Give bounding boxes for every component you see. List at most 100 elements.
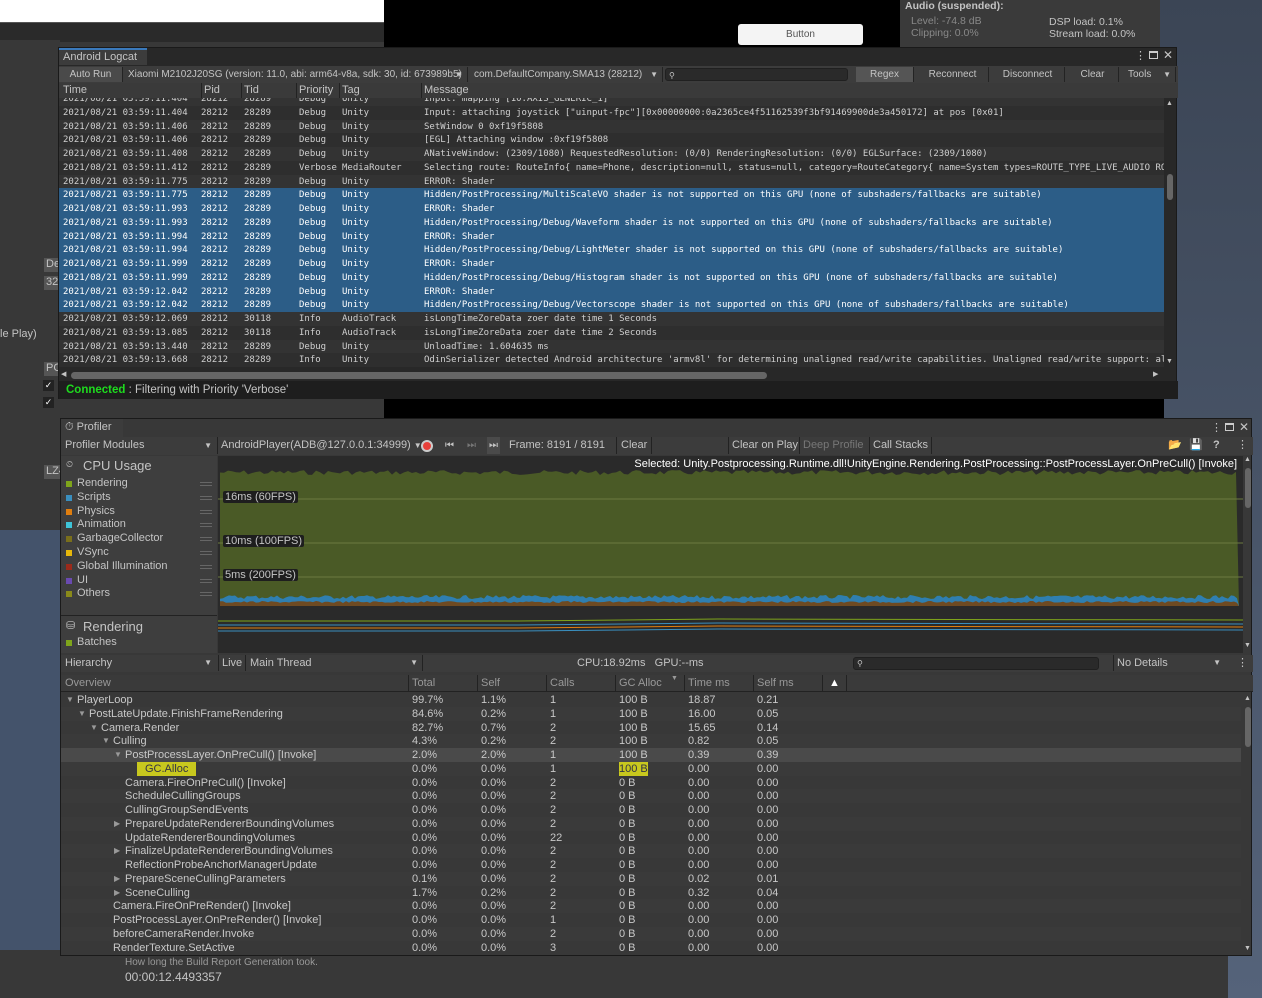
hierarchy-row[interactable]: Camera.FireOnPreCull() [Invoke] 0.0% 0.0% 2…	[61, 775, 1241, 790]
live-toggle[interactable]: Live	[218, 655, 247, 671]
scroll-right-icon[interactable]: ▶	[1153, 370, 1158, 378]
clear-button[interactable]: Clear	[616, 437, 653, 454]
hierarchy-row[interactable]: beforeCameraRender.Invoke 0.0% 0.0% 2 0 B 0.0…	[61, 926, 1241, 941]
record-button[interactable]	[421, 440, 433, 452]
col-calls[interactable]: Calls	[546, 675, 615, 692]
hierarchy-row[interactable]: ▶ PrepareUpdateRendererBoundingVolumes 0.0…	[61, 816, 1241, 831]
rendering-chart[interactable]	[218, 616, 1244, 653]
scroll-down-icon[interactable]: ▼	[1166, 358, 1173, 365]
auto-run-button[interactable]: Auto Run	[59, 67, 123, 82]
log-row[interactable]: 2021/08/21 03:59:12.042 28212 28289 Debug Un…	[59, 298, 1164, 313]
log-row[interactable]: 2021/08/21 03:59:11.999 28212 28289 Debug Un…	[59, 270, 1164, 285]
log-row[interactable]: 2021/08/21 03:59:11.999 28212 28289 Debug Un…	[59, 257, 1164, 271]
col-total[interactable]: Total	[408, 675, 477, 692]
log-row[interactable]: 2021/08/21 03:59:11.994 28212 28289 Debug Un…	[59, 229, 1164, 244]
log-row[interactable]: 2021/08/21 03:59:11.404 28212 28289 Debug Un…	[59, 105, 1164, 120]
maximize-icon[interactable]	[1225, 423, 1234, 431]
scroll-thumb[interactable]	[1245, 468, 1251, 508]
load-icon[interactable]: 📂	[1168, 437, 1182, 454]
col-pid[interactable]: Pid	[201, 83, 220, 98]
scroll-down-icon[interactable]: ▼	[1244, 945, 1251, 952]
details-dropdown[interactable]: No Details	[1113, 655, 1225, 671]
scroll-up-icon[interactable]: ▲	[1166, 100, 1173, 107]
target-dropdown[interactable]: AndroidPlayer(ADB@127.0.0.1:34999) ▼	[217, 437, 422, 454]
close-icon[interactable]: ✕	[1239, 420, 1249, 434]
log-row[interactable]: 2021/08/21 03:59:11.406 28212 28289 Debug Un…	[59, 133, 1164, 148]
drag-handle-icon[interactable]	[200, 537, 212, 542]
col-priority[interactable]: Priority	[296, 83, 333, 98]
more-menu-icon[interactable]: ⋮	[1237, 437, 1248, 454]
drag-handle-icon[interactable]	[200, 592, 212, 597]
hierarchy-vscrollbar[interactable]: ▲ ▼	[1243, 695, 1253, 955]
drag-handle-icon[interactable]	[200, 482, 212, 486]
hierarchy-row[interactable]: PostProcessLayer.OnPreRender() [Invoke] 0…	[61, 913, 1241, 927]
scroll-up-icon[interactable]: ▲	[1244, 456, 1251, 463]
package-dropdown[interactable]: com.DefaultCompany.SMA13 (28212)	[469, 67, 663, 82]
more-menu-icon[interactable]: ⋮	[1211, 421, 1222, 434]
more-menu-icon[interactable]: ⋮	[1237, 655, 1248, 671]
expand-arrow-icon[interactable]: ▼	[102, 734, 110, 748]
drag-handle-icon[interactable]	[200, 509, 212, 514]
log-row[interactable]: 2021/08/21 03:59:11.408 28212 28289 Debug Un…	[59, 147, 1164, 161]
chart-vscrollbar[interactable]: ▲ ▼	[1243, 456, 1253, 653]
logcat-tab[interactable]: Android Logcat	[59, 48, 147, 65]
log-row[interactable]: 2021/08/21 03:59:12.042 28212 28289 Debug Un…	[59, 284, 1164, 299]
maximize-icon[interactable]	[1149, 51, 1158, 59]
hierarchy-row[interactable]: Camera.FireOnPreRender() [Invoke] 0.0% 0.0…	[61, 899, 1241, 914]
log-row[interactable]: 2021/08/21 03:59:11.993 28212 28289 Debug Un…	[59, 202, 1164, 216]
drag-handle-icon[interactable]	[200, 523, 212, 528]
expand-arrow-icon[interactable]: ▼	[66, 693, 74, 707]
cpu-module[interactable]: ⏲ CPU Usage Rendering Scripts Physics Anima…	[61, 456, 217, 616]
profiler-modules-dropdown[interactable]: Profiler Modules	[61, 437, 216, 454]
log-row[interactable]: 2021/08/21 03:59:11.775 28212 28289 Debug Un…	[59, 188, 1164, 203]
warning-column-icon[interactable]: ▲	[822, 675, 847, 692]
device-dropdown[interactable]: Xiaomi M2102J20SG (version: 11.0, abi: a…	[123, 67, 468, 82]
call-stacks-toggle[interactable]: Call Stacks	[869, 437, 933, 454]
col-time-ms[interactable]: Time ms	[684, 675, 753, 692]
regex-button[interactable]: Regex	[856, 67, 914, 82]
log-row[interactable]: 2021/08/21 03:59:11.412 28212 28289 Verbose…	[59, 160, 1164, 175]
log-row[interactable]: 2021/08/21 03:59:12.069 28212 30118 Info Aud…	[59, 312, 1164, 326]
hierarchy-row[interactable]: RenderTexture.SetActive 0.0% 0.0% 3 0 B 0.00 0…	[61, 940, 1241, 955]
hierarchy-row[interactable]: UpdateRendererBoundingVolumes 0.0% 0.0% 22 0…	[61, 830, 1241, 845]
log-row[interactable]: 2021/08/21 03:59:11.775 28212 28289 Debug Un…	[59, 174, 1164, 189]
expand-arrow-icon[interactable]: ▼	[90, 721, 98, 735]
col-message[interactable]: Message	[421, 83, 469, 98]
help-icon[interactable]: ?	[1213, 437, 1220, 454]
log-row[interactable]: 2021/08/21 03:59:11.406 28212 28289 Debug Un…	[59, 119, 1164, 134]
expand-arrow-icon[interactable]: ▼	[78, 707, 86, 721]
tools-dropdown[interactable]: Tools	[1120, 67, 1176, 82]
hierarchy-row[interactable]: ▶ SceneCulling 1.7% 0.2% 2 0 B 0.32 0.04	[61, 885, 1241, 900]
drag-handle-icon[interactable]	[200, 578, 212, 583]
view-dropdown[interactable]: Hierarchy	[61, 655, 216, 671]
hierarchy-row[interactable]: ▼ PostLateUpdate.FinishFrameRendering 84.6…	[61, 706, 1241, 721]
more-menu-icon[interactable]: ⋮	[1135, 49, 1146, 62]
hierarchy-row[interactable]: ▼ PlayerLoop 99.7% 1.1% 1 100 B 18.87 0.21	[61, 693, 1241, 707]
drag-handle-icon[interactable]	[200, 551, 212, 555]
hierarchy-row[interactable]: ScheduleCullingGroups 0.0% 0.0% 2 0 B 0.00 0.0…	[61, 789, 1241, 804]
log-row[interactable]: 2021/08/21 03:59:13.668 28212 28289 Info Uni…	[59, 353, 1164, 368]
previous-frame-icon[interactable]: ⏮	[445, 437, 454, 454]
hierarchy-row[interactable]: CullingGroupSendEvents 0.0% 0.0% 2 0 B 0.00 0.…	[61, 803, 1241, 817]
cpu-chart[interactable]: Selected: Unity.Postprocessing.Runtime.d…	[218, 456, 1243, 616]
hierarchy-row[interactable]: GC.Alloc 0.0% 0.0% 1 100 B 0.00 0.00	[61, 761, 1241, 776]
scroll-down-icon[interactable]: ▼	[1244, 642, 1251, 649]
hierarchy-search-input[interactable]: ⚲	[853, 657, 1099, 670]
hierarchy-row[interactable]: ▼ Camera.Render 82.7% 0.7% 2 100 B 15.65 0.14	[61, 720, 1241, 735]
hierarchy-row[interactable]: ▶ PrepareSceneCullingParameters 0.1% 0.0% 2 0…	[61, 871, 1241, 886]
hierarchy-row[interactable]: ▼ PostProcessLayer.OnPreCull() [Invoke] 2.…	[61, 748, 1241, 762]
drag-handle-icon[interactable]	[200, 495, 212, 500]
search-input[interactable]: ⚲	[665, 68, 848, 81]
current-frame-icon[interactable]: ⏭	[487, 437, 500, 454]
col-tid[interactable]: Tid	[241, 83, 259, 98]
collapse-arrow-icon[interactable]: ▶	[114, 872, 120, 886]
hierarchy-row[interactable]: ▼ Culling 4.3% 0.2% 2 100 B 0.82 0.05	[61, 734, 1241, 749]
scroll-thumb[interactable]	[1167, 174, 1173, 200]
expand-arrow-icon[interactable]: ▼	[114, 748, 122, 762]
col-self-ms[interactable]: Self ms	[753, 675, 822, 692]
game-button[interactable]: Button	[738, 24, 863, 45]
scroll-thumb[interactable]	[1245, 707, 1251, 747]
deep-profile-toggle[interactable]: Deep Profile	[799, 437, 867, 454]
hscroll-thumb[interactable]	[71, 372, 767, 379]
rendering-module[interactable]: ⛁ Rendering Batches	[61, 616, 217, 653]
